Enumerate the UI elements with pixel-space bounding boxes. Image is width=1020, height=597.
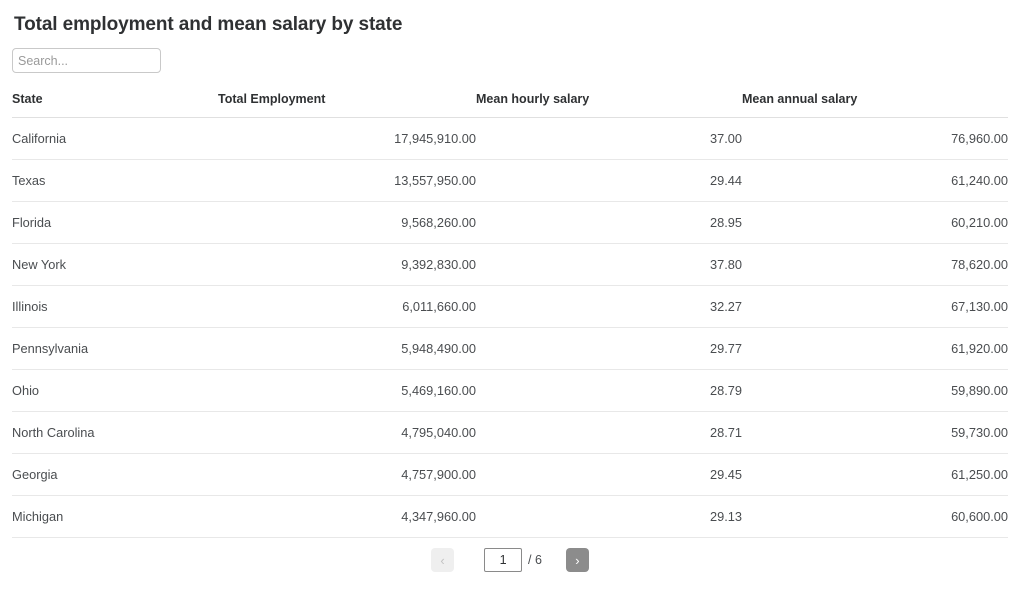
cell-state: Georgia — [12, 453, 218, 496]
cell-mean-hourly-salary: 28.95 — [476, 201, 742, 244]
table-row[interactable]: California 17,945,910.00 37.00 76,960.00 — [12, 117, 1008, 160]
cell-mean-hourly-salary: 29.77 — [476, 327, 742, 370]
page-number-input[interactable] — [484, 548, 523, 572]
table-row[interactable]: Pennsylvania 5,948,490.00 29.77 61,920.00 — [12, 327, 1008, 370]
table-row[interactable]: New York 9,392,830.00 37.80 78,620.00 — [12, 243, 1008, 286]
cell-mean-hourly-salary: 28.79 — [476, 369, 742, 412]
cell-state: Florida — [12, 201, 218, 244]
table-header: State Total Employment Mean hourly salar… — [12, 92, 1008, 118]
cell-mean-hourly-salary: 29.45 — [476, 453, 742, 496]
table-row[interactable]: Texas 13,557,950.00 29.44 61,240.00 — [12, 159, 1008, 202]
table-row[interactable]: Illinois 6,011,660.00 32.27 67,130.00 — [12, 285, 1008, 328]
table-row[interactable]: North Carolina 4,795,040.00 28.71 59,730.00 — [12, 411, 1008, 454]
table-row[interactable]: Ohio 5,469,160.00 28.79 59,890.00 — [12, 369, 1008, 412]
cell-total-employment: 4,795,040.00 — [218, 411, 476, 454]
column-header-state[interactable]: State — [12, 92, 218, 118]
cell-total-employment: 5,948,490.00 — [218, 327, 476, 370]
cell-total-employment: 6,011,660.00 — [218, 285, 476, 328]
cell-state: Illinois — [12, 285, 218, 328]
search-row — [12, 37, 1008, 73]
page-title: Total employment and mean salary by stat… — [14, 14, 403, 35]
cell-mean-annual-salary: 59,730.00 — [742, 411, 1008, 454]
cell-mean-hourly-salary: 29.13 — [476, 495, 742, 538]
cell-mean-hourly-salary: 37.00 — [476, 117, 742, 160]
column-header-total-employment[interactable]: Total Employment — [218, 92, 476, 118]
cell-total-employment: 5,469,160.00 — [218, 369, 476, 412]
cell-mean-annual-salary: 67,130.00 — [742, 285, 1008, 328]
cell-mean-annual-salary: 60,600.00 — [742, 495, 1008, 538]
cell-total-employment: 9,392,830.00 — [218, 243, 476, 286]
cell-total-employment: 4,757,900.00 — [218, 453, 476, 496]
cell-mean-hourly-salary: 37.80 — [476, 243, 742, 286]
column-header-mean-hourly-salary[interactable]: Mean hourly salary — [476, 92, 742, 118]
cell-mean-annual-salary: 60,210.00 — [742, 201, 1008, 244]
cell-total-employment: 13,557,950.00 — [218, 159, 476, 202]
cell-state: California — [12, 117, 218, 160]
cell-mean-annual-salary: 59,890.00 — [742, 369, 1008, 412]
cell-state: New York — [12, 243, 218, 286]
cell-mean-annual-salary: 61,240.00 — [742, 159, 1008, 202]
cell-total-employment: 4,347,960.00 — [218, 495, 476, 538]
next-page-button[interactable]: › — [565, 548, 589, 572]
cell-mean-hourly-salary: 29.44 — [476, 159, 742, 202]
cell-mean-hourly-salary: 32.27 — [476, 285, 742, 328]
page-container: Total employment and mean salary by stat… — [0, 0, 1020, 597]
search-input[interactable] — [12, 48, 161, 73]
cell-mean-annual-salary: 78,620.00 — [742, 243, 1008, 286]
cell-state: North Carolina — [12, 411, 218, 454]
cell-mean-annual-salary: 61,920.00 — [742, 327, 1008, 370]
cell-state: Ohio — [12, 369, 218, 412]
table-row[interactable]: Florida 9,568,260.00 28.95 60,210.00 — [12, 201, 1008, 244]
previous-page-button[interactable]: ‹ — [431, 548, 455, 572]
cell-total-employment: 17,945,910.00 — [218, 117, 476, 160]
table-header-row: State Total Employment Mean hourly salar… — [12, 92, 1008, 118]
cell-state: Texas — [12, 159, 218, 202]
total-pages-label: / 6 — [528, 553, 542, 567]
cell-state: Michigan — [12, 495, 218, 538]
pagination: ‹ / 6 › — [12, 548, 1008, 572]
employment-table: State Total Employment Mean hourly salar… — [12, 92, 1008, 538]
cell-state: Pennsylvania — [12, 327, 218, 370]
column-header-mean-annual-salary[interactable]: Mean annual salary — [742, 92, 1008, 118]
table-body: California 17,945,910.00 37.00 76,960.00 Tex… — [12, 117, 1008, 538]
table-row[interactable]: Michigan 4,347,960.00 29.13 60,600.00 — [12, 495, 1008, 538]
cell-total-employment: 9,568,260.00 — [218, 201, 476, 244]
cell-mean-hourly-salary: 28.71 — [476, 411, 742, 454]
cell-mean-annual-salary: 76,960.00 — [742, 117, 1008, 160]
table-row[interactable]: Georgia 4,757,900.00 29.45 61,250.00 — [12, 453, 1008, 496]
cell-mean-annual-salary: 61,250.00 — [742, 453, 1008, 496]
